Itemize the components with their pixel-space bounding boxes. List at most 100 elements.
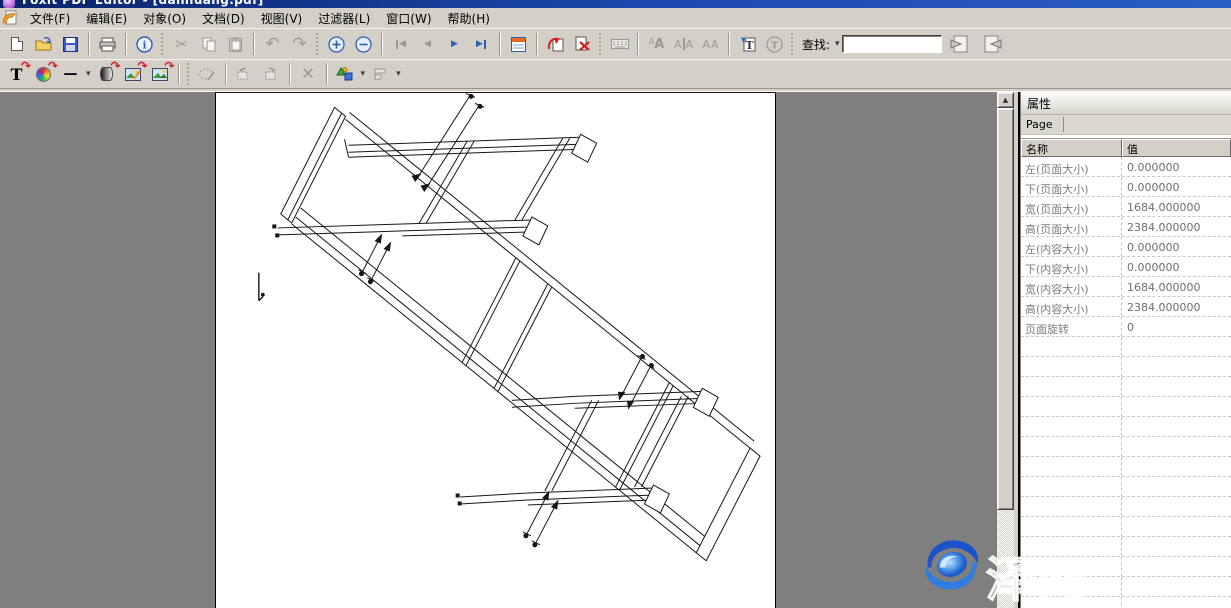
cut-button[interactable]: ✂ [168,31,195,57]
property-value: 0 [1122,317,1231,336]
add-color-object-button[interactable]: ↷ [30,61,57,87]
char-width-button[interactable]: AA [670,31,697,57]
save-button[interactable] [57,31,84,57]
new-document-icon [11,37,23,51]
scroll-up-icon: ▲ [1003,96,1008,104]
menu-item-7[interactable]: 窗口(W) [378,9,439,28]
keyboard-button[interactable] [606,31,633,57]
table-row-empty [1021,417,1231,437]
find-previous-icon [949,35,969,53]
toolbar-drag-handle[interactable] [791,33,795,55]
toolbar-separator [637,33,639,55]
find-history-dropdown[interactable]: ▾ [835,39,840,49]
import-page-button[interactable] [542,31,569,57]
rotate-object-left-button[interactable] [231,61,258,87]
menu-bar: 文件(F)编辑(E)对象(O)文档(D)视图(V)过滤器(L)窗口(W)帮助(H… [0,8,1231,28]
document-info-button[interactable]: i [131,31,158,57]
align-tools-dropdown[interactable]: ▾ [396,69,401,79]
application-window: Foxit PDF Editor - [danhuang.pdf] 文件(F)编… [0,0,1231,608]
table-row[interactable]: 下(内容大小)0.000000 [1021,257,1231,277]
zoom-in-button[interactable] [323,31,350,57]
paste-icon [229,37,242,52]
char-spacing-button[interactable]: AA [697,31,724,57]
property-name [1021,377,1122,396]
rotate-object-right-button[interactable] [258,61,285,87]
copy-button[interactable] [195,31,222,57]
first-page-button[interactable]: ◀ [387,31,414,57]
canvas-area[interactable] [0,92,997,608]
table-row[interactable]: 下(页面大小)0.000000 [1021,177,1231,197]
text-mode-button[interactable]: T [761,31,788,57]
property-value: 1684.000000 [1122,277,1231,296]
find-next-button[interactable] [976,31,1010,57]
toolbar-drag-handle[interactable] [187,63,191,85]
tab-properties[interactable]: 属性 [1021,93,1057,114]
print-button[interactable] [94,31,121,57]
menu-item-3[interactable]: 对象(O) [135,9,194,28]
table-row[interactable]: 高(内容大小)2384.000000 [1021,297,1231,317]
property-name [1021,337,1122,356]
align-tools-button[interactable] [367,61,394,87]
vertical-scrollbar[interactable]: ▲ [997,92,1014,608]
delete-object-icon: ✕ [301,66,314,82]
tab-page[interactable]: Page [1021,117,1064,132]
window-titlebar[interactable]: Foxit PDF Editor - [danhuang.pdf] [0,0,1231,8]
previous-page-button[interactable]: ◀ [414,31,441,57]
table-row[interactable]: 左(页面大小)0.000000 [1021,157,1231,177]
table-row-empty [1021,477,1231,497]
next-page-button[interactable]: ▶ [441,31,468,57]
toolbar-drag-handle[interactable] [161,33,165,55]
table-row[interactable]: 宽(内容大小)1684.000000 [1021,277,1231,297]
find-previous-button[interactable] [942,31,976,57]
menu-item-2[interactable]: 编辑(E) [78,9,135,28]
property-value: 0.000000 [1122,157,1231,176]
toolbar-separator [381,33,383,55]
graphics-tools-dropdown[interactable]: ▾ [361,69,366,79]
font-size-button[interactable]: AA [643,31,670,57]
menu-item-6[interactable]: 过滤器(L) [310,9,378,28]
menu-item-8[interactable]: 帮助(H) [440,9,498,28]
table-row[interactable]: 宽(页面大小)1684.000000 [1021,197,1231,217]
scrollbar-thumb[interactable] [997,108,1014,510]
line-tool-button[interactable]: — [57,61,84,87]
char-spacing-icon: A [702,38,711,51]
new-document-button[interactable] [3,31,30,57]
toolbar-drag-handle[interactable] [316,33,320,55]
column-header-value[interactable]: 值 [1122,139,1231,157]
table-row[interactable]: 页面旋转0 [1021,317,1231,337]
redo-button[interactable]: ↷ [286,31,313,57]
toolbar-drag-handle[interactable] [599,33,603,55]
property-name [1021,497,1122,516]
open-button[interactable] [30,31,57,57]
last-page-button[interactable]: ▶ [468,31,495,57]
undo-button[interactable]: ↶ [259,31,286,57]
scroll-up-button[interactable]: ▲ [997,92,1014,108]
find-label: 查找: [802,36,830,53]
delete-object-button[interactable]: ✕ [295,61,322,87]
menu-item-1[interactable]: 文件(F) [22,9,78,28]
menu-item-5[interactable]: 视图(V) [253,9,311,28]
column-header-name[interactable]: 名称 [1021,139,1122,157]
insert-text-button[interactable]: T [734,31,761,57]
add-image-button[interactable]: ↷ [147,61,174,87]
page-layout-button[interactable] [505,31,532,57]
pdf-page[interactable] [215,92,776,608]
property-name: 下(内容大小) [1021,257,1122,276]
graphics-tools-button[interactable] [332,61,359,87]
menu-item-4[interactable]: 文档(D) [194,9,253,28]
printer-icon [99,37,116,52]
property-value: 2384.000000 [1122,297,1231,316]
select-objects-button[interactable] [194,61,221,87]
table-row[interactable]: 左(内容大小)0.000000 [1021,237,1231,257]
line-tool-dropdown[interactable]: ▾ [86,69,91,79]
find-input[interactable] [842,35,942,53]
add-text-object-button[interactable]: T↷ [3,61,30,87]
table-row[interactable]: 高(页面大小)2384.000000 [1021,217,1231,237]
edit-image-button[interactable]: ↷ [120,61,147,87]
property-name: 宽(内容大小) [1021,277,1122,296]
property-value [1122,497,1231,516]
paste-button[interactable] [222,31,249,57]
delete-page-button[interactable] [569,31,596,57]
zoom-out-button[interactable] [350,31,377,57]
add-shading-button[interactable]: ↷ [93,61,120,87]
